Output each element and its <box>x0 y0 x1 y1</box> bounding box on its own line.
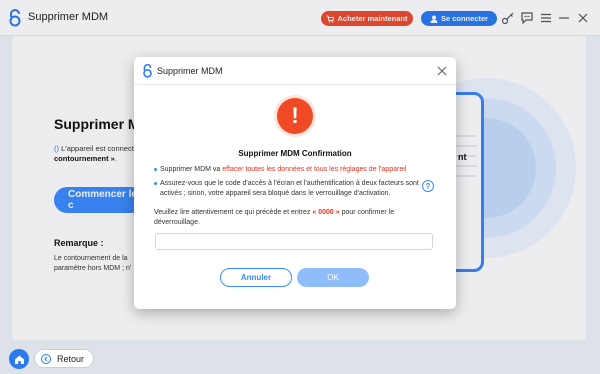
back-button[interactable]: Retour <box>34 349 94 368</box>
bullet-erase-prefix: Supprimer MDM va <box>160 166 223 173</box>
dialog-header: Supprimer MDM <box>134 57 456 85</box>
bullet-passcode-text: Assurez-vous que le code d'accès à l'écr… <box>160 180 419 197</box>
bullet-dot-icon <box>154 168 157 171</box>
cancel-button[interactable]: Annuler <box>220 268 292 287</box>
back-label: Retour <box>57 353 85 364</box>
confirmation-title: Supprimer MDM Confirmation <box>238 149 352 158</box>
bullet-item-erase: Supprimer MDM va effacer toutes les donn… <box>154 165 422 175</box>
dialog-logo-icon <box>143 64 152 78</box>
dialog-close-icon[interactable] <box>436 65 448 77</box>
confirm-dialog: Supprimer MDM ! Supprimer MDM Confirmati… <box>134 57 456 309</box>
instruction-code: « 0000 » <box>312 209 340 216</box>
instruction-prefix: Veuillez lire attentivement ce qui précè… <box>154 209 313 216</box>
home-button[interactable] <box>9 349 29 369</box>
home-icon <box>14 355 24 364</box>
chevron-left-icon <box>41 353 51 364</box>
confirmation-code-input[interactable] <box>155 233 433 250</box>
bullet-dot-icon <box>154 182 157 185</box>
help-icon[interactable]: ? <box>422 180 434 192</box>
bullet-erase-warning: effacer toutes les données et tous les r… <box>222 166 407 173</box>
instruction-text: Veuillez lire attentivement ce qui précè… <box>154 208 424 228</box>
dialog-title: Supprimer MDM <box>157 66 223 76</box>
warning-icon: ! <box>277 98 313 134</box>
ok-button[interactable]: OK <box>297 268 369 287</box>
bullet-item-passcode: Assurez-vous que le code d'accès à l'écr… <box>154 179 422 198</box>
